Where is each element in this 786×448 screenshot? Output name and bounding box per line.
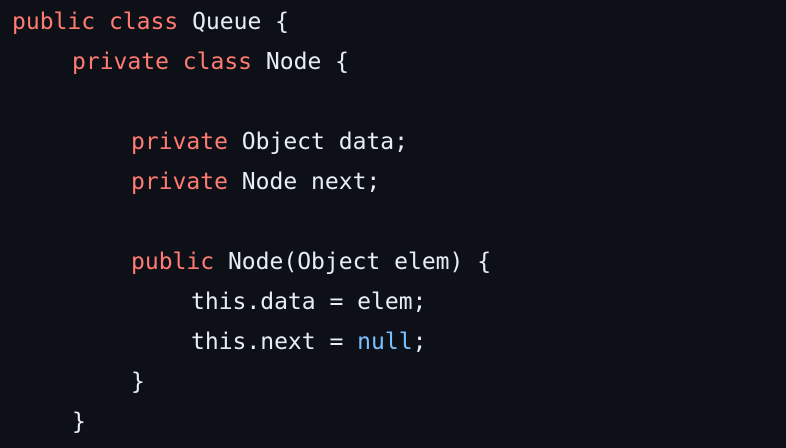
keyword-private: private: [131, 129, 228, 155]
keyword-public: public: [131, 249, 215, 275]
code-line-7: public Node(Object elem) {: [0, 242, 786, 282]
code-line-9: this.next = null;: [0, 322, 786, 362]
code-line-6-blank: [0, 202, 786, 242]
assign-next-prefix: this.next =: [191, 329, 358, 355]
code-line-11: }: [0, 402, 786, 442]
code-line-2: private class Node {: [0, 42, 786, 82]
keyword-class: class: [108, 9, 179, 35]
assign-data-statement: this.data = elem;: [191, 289, 427, 315]
code-line-4: private Object data;: [0, 122, 786, 162]
code-line-1: public class Queue {: [0, 2, 786, 42]
class-declaration-node: Node {: [265, 49, 349, 75]
statement-terminator: ;: [412, 329, 427, 355]
keyword-private: private: [72, 49, 169, 75]
closing-brace-constructor: }: [131, 369, 145, 395]
keyword-class: class: [182, 49, 253, 75]
code-line-10: }: [0, 362, 786, 402]
keyword-private: private: [131, 169, 228, 195]
field-next-declaration: Node next;: [241, 169, 381, 195]
class-declaration-queue: Queue {: [192, 9, 289, 35]
code-line-3-blank: [0, 82, 786, 122]
code-line-8: this.data = elem;: [0, 282, 786, 322]
code-editor: public class Queue { private class Node …: [0, 0, 786, 448]
keyword-public: public: [12, 9, 96, 35]
null-literal: null: [357, 329, 413, 355]
closing-brace-node-class: }: [72, 409, 86, 435]
code-line-5: private Node next;: [0, 162, 786, 202]
field-data-declaration: Object data;: [241, 129, 408, 155]
constructor-signature: Node(Object elem) {: [227, 249, 492, 275]
